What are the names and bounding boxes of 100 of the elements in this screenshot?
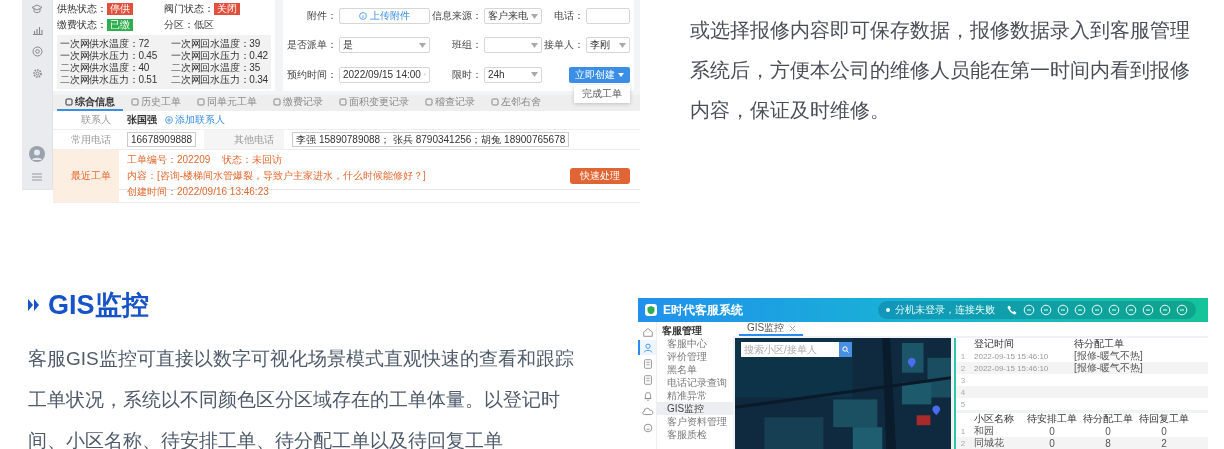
- double-arrow-icon: [28, 298, 40, 312]
- description-text: 或选择报修内容即可保存数据，报修数据录入到客服管理系统后，方便本公司的维修人员能在第一时间内看到报修内容，保证及时维修。: [690, 18, 1191, 123]
- menu-item[interactable]: 客服质检: [657, 428, 733, 441]
- round-icon[interactable]: [1176, 304, 1188, 316]
- menu-item[interactable]: 评价管理: [657, 350, 733, 363]
- chart-icon[interactable]: [31, 25, 43, 35]
- bell-icon: [642, 389, 654, 402]
- tab[interactable]: 面积变更记录: [331, 95, 417, 111]
- avatar-icon[interactable]: [29, 146, 45, 162]
- round-icon[interactable]: [1057, 304, 1069, 316]
- field-label: 预约时间：: [287, 67, 337, 82]
- smile-icon: [642, 421, 654, 434]
- table-cell-text: 3: [959, 375, 967, 385]
- caret-icon: [419, 43, 426, 48]
- connection-status: 分机未登录，连接失败: [895, 303, 995, 317]
- column-header: 登记时间: [973, 337, 1015, 351]
- date-field[interactable]: 2022/09/15 14:00: [339, 66, 430, 83]
- column-header: 待分配工单: [1082, 412, 1134, 426]
- metric-text: 一次网供水温度：72: [60, 38, 151, 50]
- row-label: 其他电话: [204, 130, 285, 149]
- row-label: 最近工单: [53, 150, 119, 202]
- document-icon: [642, 357, 654, 370]
- table-cell-text: 1: [959, 426, 967, 436]
- menu-item[interactable]: 客户资料管理: [657, 415, 733, 428]
- phone-icon[interactable]: [1006, 304, 1018, 316]
- plus-circle-icon: [165, 116, 173, 124]
- caret-icon: [531, 13, 538, 19]
- table-cell-text: 同城花: [973, 436, 1005, 449]
- table-cell-text: 0: [1048, 425, 1056, 437]
- add-contact-link[interactable]: 添加联系人: [165, 113, 225, 127]
- metric-text: 二次网回水温度：35: [170, 62, 262, 74]
- create-button[interactable]: 立即创建: [569, 66, 630, 83]
- select-field[interactable]: [484, 37, 542, 54]
- house-icon: [642, 325, 654, 338]
- select-field[interactable]: 客户来电: [484, 8, 542, 25]
- metric-text: 二次网供水温度：40: [60, 62, 151, 74]
- tab[interactable]: 同单元工单: [189, 95, 265, 111]
- menu-item[interactable]: GIS监控: [657, 402, 733, 415]
- tab-icon: [65, 98, 73, 106]
- tab-icon: [339, 98, 347, 106]
- field-label: 电话：: [553, 9, 584, 24]
- table-cell-text: 1: [959, 351, 967, 361]
- tab[interactable]: 综合信息: [57, 95, 123, 111]
- search-field[interactable]: 搜索小区/接单人: [741, 342, 852, 357]
- select-field[interactable]: 李刚: [586, 37, 630, 54]
- nav-rail-item[interactable]: [638, 340, 656, 355]
- menu-icon[interactable]: [32, 173, 42, 181]
- status-value: 低区: [194, 18, 214, 32]
- gear-icon[interactable]: [31, 68, 43, 79]
- tab[interactable]: 左邻右舍: [483, 95, 549, 111]
- tab[interactable]: GIS监控: [739, 322, 804, 336]
- round-icon[interactable]: [1159, 304, 1171, 316]
- menu-item[interactable]: 完成工单: [582, 86, 622, 101]
- menu-item[interactable]: 电话记录查询: [657, 376, 733, 389]
- caret-icon: [618, 72, 624, 77]
- round-icon[interactable]: [1023, 304, 1035, 316]
- shield-logo-icon: [644, 303, 658, 317]
- table-cell-text: 5: [959, 399, 967, 409]
- phone-field[interactable]: 16678909888: [127, 132, 197, 147]
- round-icon[interactable]: [1040, 304, 1052, 316]
- column-header: 待回复工单: [1138, 412, 1190, 426]
- select-field[interactable]: 24h: [484, 66, 542, 83]
- phone-field[interactable]: 李强 15890789088； 张兵 8790341256；胡兔 18900765678: [292, 132, 570, 147]
- round-icon[interactable]: [1108, 304, 1120, 316]
- table-cell-text: 0: [1104, 425, 1112, 437]
- tab[interactable]: 缴费记录: [265, 95, 331, 111]
- aperture-icon[interactable]: [31, 46, 43, 57]
- row-label: 常用电话: [70, 132, 112, 147]
- select-field[interactable]: 是: [339, 37, 430, 54]
- caret-icon: [531, 43, 538, 48]
- metric-text: 一次网回水温度：39: [170, 38, 262, 50]
- round-icon[interactable]: [1125, 304, 1137, 316]
- user-icon: [642, 341, 654, 354]
- tab-icon: [491, 98, 499, 106]
- row-label: 联系人: [80, 113, 112, 127]
- search-icon[interactable]: [842, 346, 849, 353]
- table-cell-text: 2022-09-15 15:46:10: [973, 363, 1050, 373]
- field-label: 附件：: [306, 9, 337, 24]
- round-icon[interactable]: [1074, 304, 1086, 316]
- tab[interactable]: 稽查记录: [417, 95, 483, 111]
- tab[interactable]: 历史工单: [123, 95, 189, 111]
- menu-item[interactable]: 黑名单: [657, 363, 733, 376]
- quick-process-button[interactable]: 快速处理: [570, 168, 630, 184]
- info-icon: [359, 12, 367, 21]
- table-cell-text: 2: [1160, 437, 1168, 449]
- menu-item[interactable]: 精准异常: [657, 389, 733, 402]
- metric-text: 二次网供水压力：0.51: [60, 74, 158, 86]
- status-badge: 已缴: [107, 19, 133, 31]
- menu-item[interactable]: 客服中心: [657, 337, 733, 350]
- upload-button[interactable]: 上传附件: [339, 8, 430, 25]
- caret-icon: [619, 43, 626, 48]
- cap-icon[interactable]: [31, 4, 43, 14]
- field-label: 接单人：: [544, 38, 584, 53]
- round-icon[interactable]: [1142, 304, 1154, 316]
- table-cell-text: 8: [1104, 437, 1112, 449]
- close-icon[interactable]: [790, 325, 796, 331]
- input-field[interactable]: [586, 8, 630, 25]
- round-icon[interactable]: [1091, 304, 1103, 316]
- status-label: 阀门状态：: [164, 2, 214, 16]
- metric-text: 一次网供水压力：0.45: [60, 50, 158, 62]
